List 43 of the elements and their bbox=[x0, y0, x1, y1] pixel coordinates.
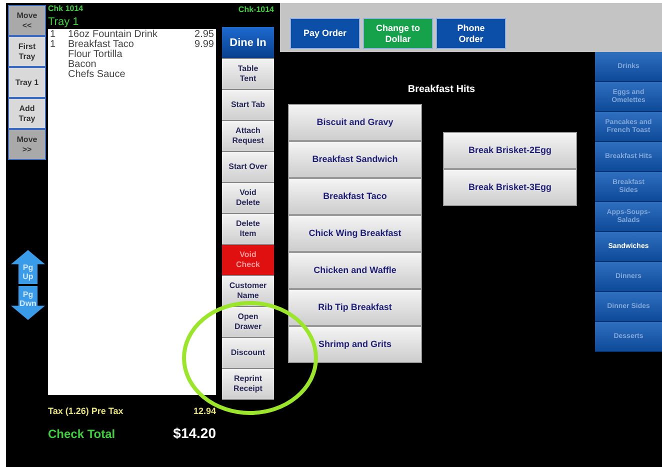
menu-item-button[interactable]: Chicken and Waffle bbox=[288, 252, 422, 289]
action-button[interactable]: Table Tent bbox=[222, 59, 274, 90]
action-button[interactable]: Dine In bbox=[222, 27, 274, 59]
tray-nav-button[interactable]: Move >> bbox=[8, 129, 46, 160]
tray-nav-button[interactable]: Add Tray bbox=[8, 98, 46, 129]
check-total-label: Check Total bbox=[48, 426, 116, 442]
item-quantity: 1 bbox=[49, 30, 57, 40]
menu-item-button[interactable]: Rib Tip Breakfast bbox=[288, 289, 422, 326]
tray-nav-button[interactable]: Tray 1 bbox=[8, 67, 46, 98]
action-button[interactable]: Discount bbox=[222, 338, 274, 369]
action-button[interactable]: Void Delete bbox=[222, 183, 274, 214]
item-modifier: Flour Tortilla bbox=[68, 49, 122, 60]
action-button[interactable]: Reprint Receipt bbox=[222, 369, 274, 400]
item-name: Breakfast Taco bbox=[68, 40, 135, 50]
menu-item-button[interactable]: Biscuit and Gravy bbox=[288, 104, 422, 141]
item-modifier: Bacon bbox=[68, 59, 96, 70]
item-modifier: Chefs Sauce bbox=[68, 69, 126, 80]
action-button[interactable]: Start Tab bbox=[222, 90, 274, 121]
item-price: 2.95 bbox=[194, 30, 215, 40]
item-name: 16oz Fountain Drink bbox=[68, 30, 158, 40]
action-button[interactable]: Open Drawer bbox=[222, 307, 274, 338]
check-number: Chk-1014 bbox=[238, 4, 275, 16]
menu-item-button[interactable]: Shrimp and Grits bbox=[288, 326, 422, 363]
menu-title: Breakfast Hits bbox=[406, 83, 476, 97]
tray-nav-button[interactable]: Move << bbox=[8, 5, 46, 36]
pre-tax-amount: 12.94 bbox=[193, 405, 216, 418]
item-quantity: 1 bbox=[49, 40, 57, 50]
tax-label: Tax (1.26) Pre Tax bbox=[48, 405, 124, 418]
tray-title: Tray 1 bbox=[48, 15, 79, 29]
toolbar-button[interactable]: Pay Order bbox=[290, 18, 360, 49]
menu-item-button[interactable]: Breakfast Taco bbox=[288, 178, 422, 215]
check-number: Chk 1014 bbox=[48, 3, 84, 15]
tray-nav-button[interactable]: First Tray bbox=[8, 36, 46, 67]
item-price: 9.99 bbox=[194, 40, 215, 50]
action-button[interactable]: Start Over bbox=[222, 152, 274, 183]
action-button[interactable]: Delete Item bbox=[222, 214, 274, 245]
menu-item-button[interactable]: Break Brisket-2Egg bbox=[443, 132, 577, 169]
toolbar-button[interactable]: Phone Order bbox=[436, 18, 506, 49]
menu-item-button[interactable]: Breakfast Sandwich bbox=[288, 141, 422, 178]
check-total: $14.20 bbox=[173, 424, 216, 442]
menu-item-button[interactable]: Chick Wing Breakfast bbox=[288, 215, 422, 252]
action-button[interactable]: Attach Request bbox=[222, 121, 274, 152]
menu-item-button[interactable]: Break Brisket-3Egg bbox=[443, 169, 577, 206]
